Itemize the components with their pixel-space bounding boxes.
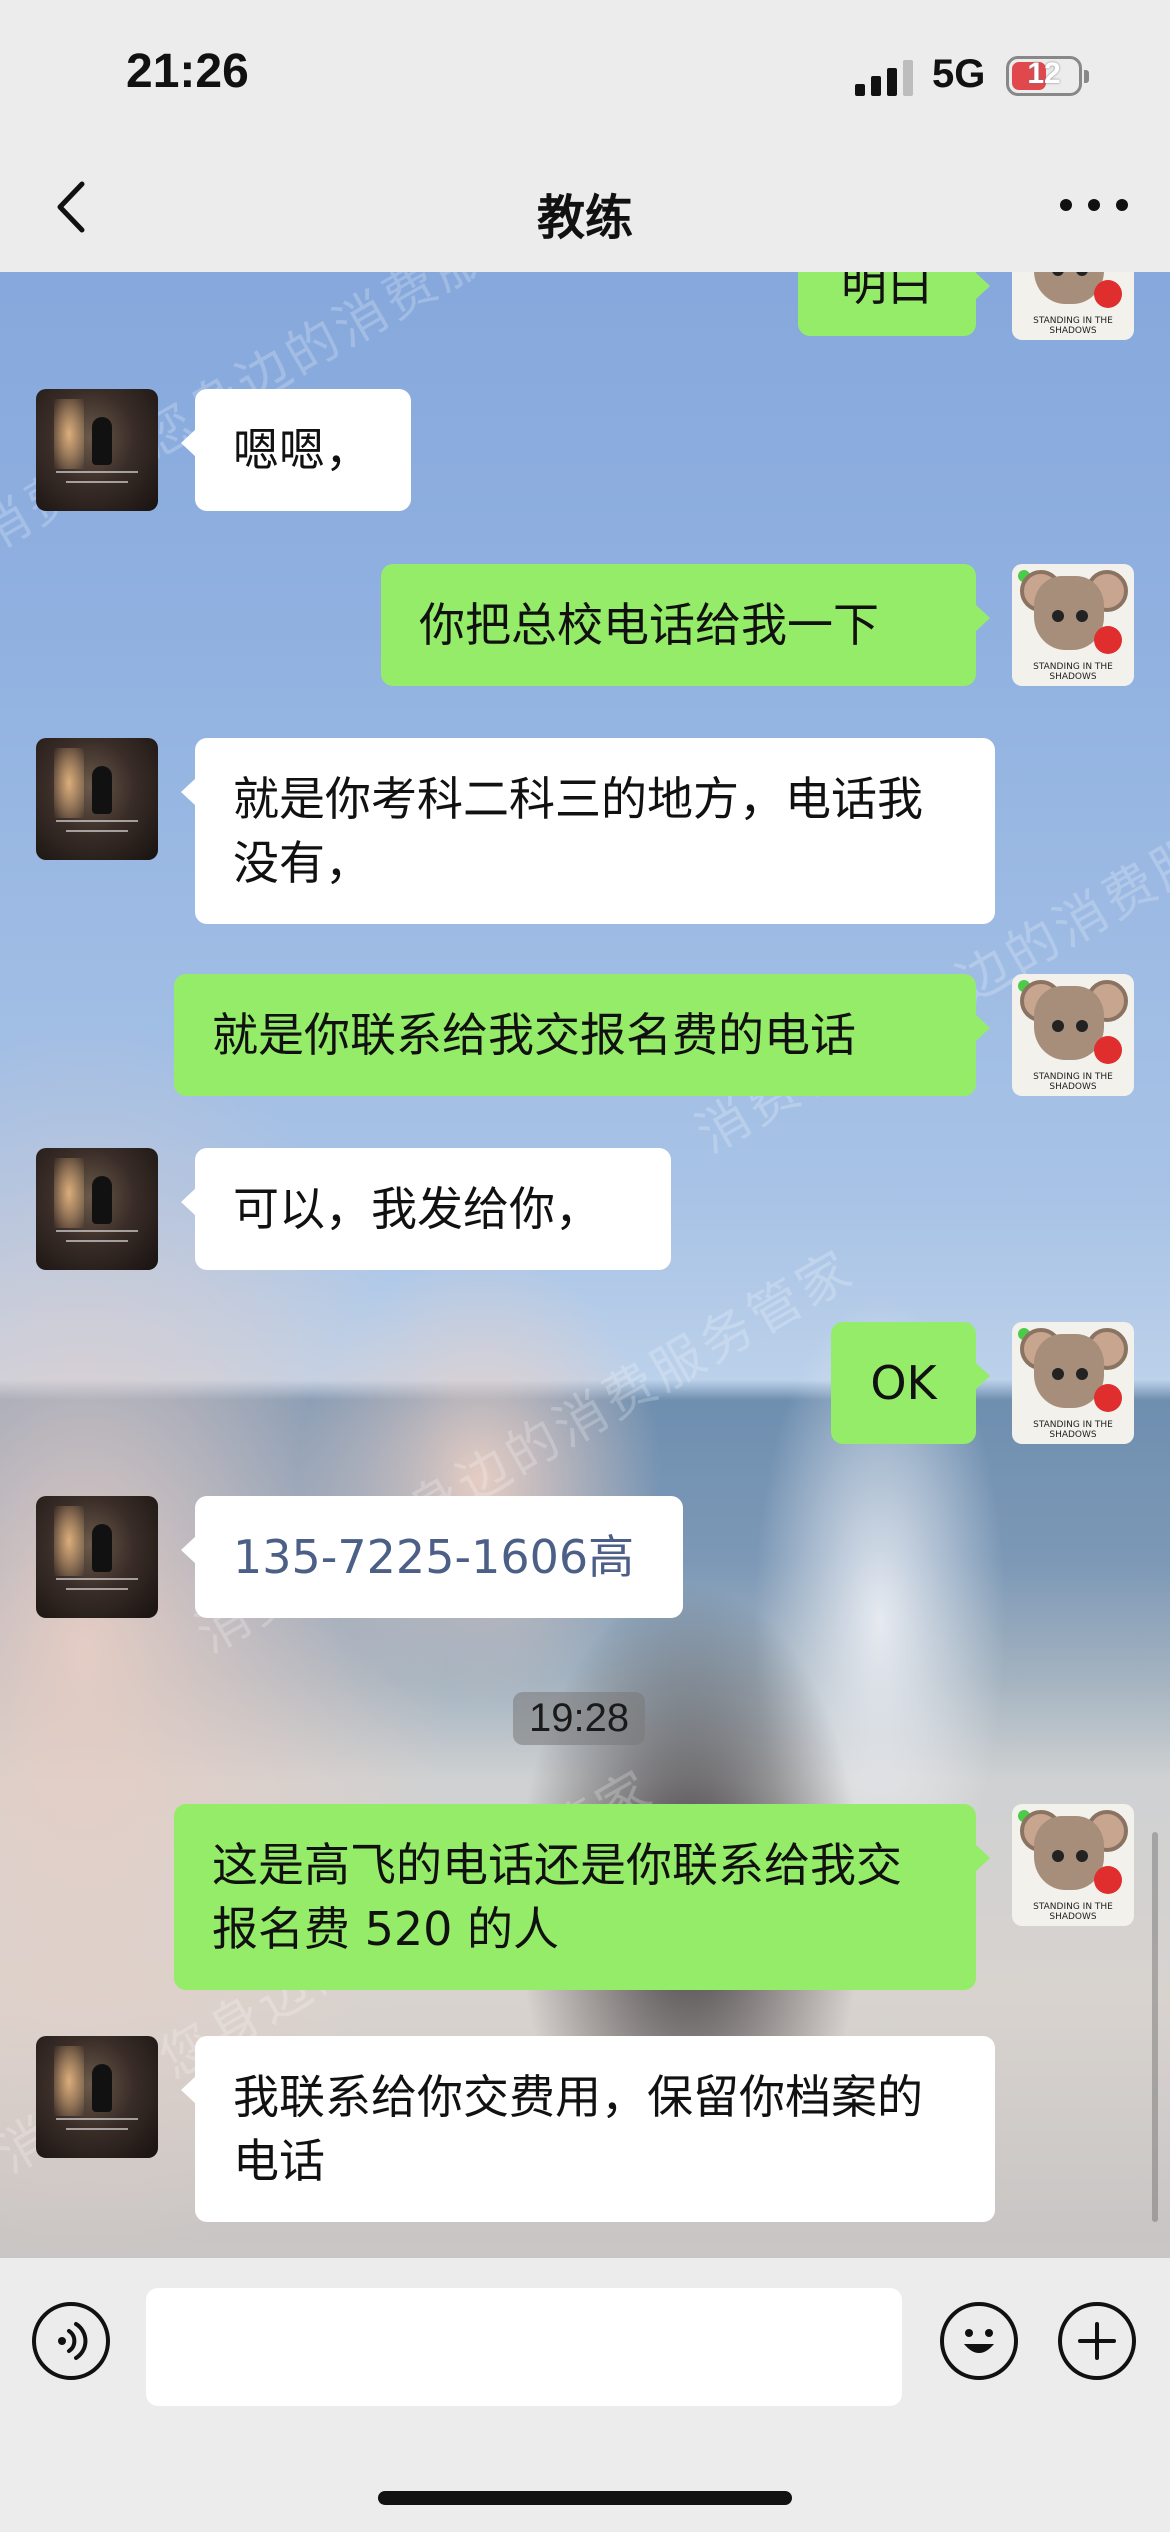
avatar-caption: STANDING IN THE SHADOWS <box>1033 662 1113 682</box>
contact-avatar[interactable] <box>36 1496 158 1618</box>
home-indicator <box>378 2491 792 2505</box>
my-avatar[interactable]: STANDING IN THE SHADOWS <box>1012 1804 1134 1926</box>
input-bar <box>0 2258 1170 2532</box>
message-bubble-in[interactable]: 我联系给你交费用，保留你档案的电话 <box>181 2036 995 2222</box>
message-bubble-in[interactable]: 可以，我发给你， <box>181 1148 671 1270</box>
scrollbar[interactable] <box>1152 1832 1158 2222</box>
battery-icon: 12 <box>1006 56 1089 96</box>
contact-avatar[interactable] <box>36 1148 158 1270</box>
my-avatar[interactable]: STANDING IN THE SHADOWS <box>1012 1322 1134 1444</box>
message-bubble-out[interactable]: 明白 <box>798 272 990 336</box>
message-text: 我联系给你交费用，保留你档案的电话 <box>233 2070 923 2188</box>
plus-icon[interactable] <box>1058 2302 1136 2380</box>
message-text: 这是高飞的电话还是你联系给我交报名费 520 的人 <box>212 1838 902 1956</box>
phone-number-text[interactable]: 135-7225-1606高 <box>233 1525 634 1589</box>
message-text: 嗯嗯， <box>233 423 371 477</box>
message-bubble-out[interactable]: 就是你联系给我交报名费的电话 <box>174 974 990 1096</box>
message-bubble-out[interactable]: OK <box>831 1322 990 1444</box>
contact-avatar[interactable] <box>36 2036 158 2158</box>
voice-icon[interactable] <box>32 2302 110 2380</box>
status-time: 21:26 <box>126 45 249 98</box>
chat-title: 教练 <box>536 190 633 246</box>
signal-icon <box>855 58 915 96</box>
message-text: 明白 <box>841 272 933 311</box>
my-avatar[interactable]: STANDING IN THE SHADOWS <box>1012 564 1134 686</box>
battery-level: 12 <box>1027 57 1061 90</box>
nav-bar: 教练 <box>0 150 1170 272</box>
contact-avatar[interactable] <box>36 389 158 511</box>
message-bubble-in[interactable]: 就是你考科二科三的地方，电话我没有， <box>181 738 995 924</box>
avatar-caption: STANDING IN THE SHADOWS <box>1033 316 1113 336</box>
status-bar: 21:26 5G 12 <box>0 0 1170 150</box>
message-bubble-in[interactable]: 嗯嗯， <box>181 389 411 511</box>
message-text: 就是你考科二科三的地方，电话我没有， <box>233 772 923 890</box>
more-dots-icon[interactable] <box>1060 190 1130 220</box>
avatar-caption: STANDING IN THE SHADOWS <box>1033 1420 1113 1440</box>
message-text: 可以，我发给你， <box>233 1182 601 1236</box>
avatar-caption: STANDING IN THE SHADOWS <box>1033 1902 1113 1922</box>
avatar-caption: STANDING IN THE SHADOWS <box>1033 1072 1113 1092</box>
message-text: 你把总校电话给我一下 <box>419 598 879 652</box>
message-text: 就是你联系给我交报名费的电话 <box>212 1008 856 1062</box>
message-list[interactable]: 消费保 您身边的消费服务管家 消费保 您身边的消费服务管家 消费保 您身边的消费… <box>0 272 1170 2258</box>
contact-avatar[interactable] <box>36 738 158 860</box>
message-text: OK <box>870 1356 937 1410</box>
my-avatar[interactable]: STANDING IN THE SHADOWS <box>1012 272 1134 340</box>
message-bubble-out[interactable]: 你把总校电话给我一下 <box>381 564 990 686</box>
network-type: 5G <box>932 52 986 96</box>
my-avatar[interactable]: STANDING IN THE SHADOWS <box>1012 974 1134 1096</box>
message-bubble-phone[interactable]: 135-7225-1606高 <box>181 1496 683 1618</box>
message-bubble-out[interactable]: 这是高飞的电话还是你联系给我交报名费 520 的人 <box>174 1804 990 1990</box>
time-divider: 19:28 <box>513 1692 646 1745</box>
message-input[interactable] <box>146 2288 902 2406</box>
emoji-icon[interactable] <box>940 2302 1018 2380</box>
